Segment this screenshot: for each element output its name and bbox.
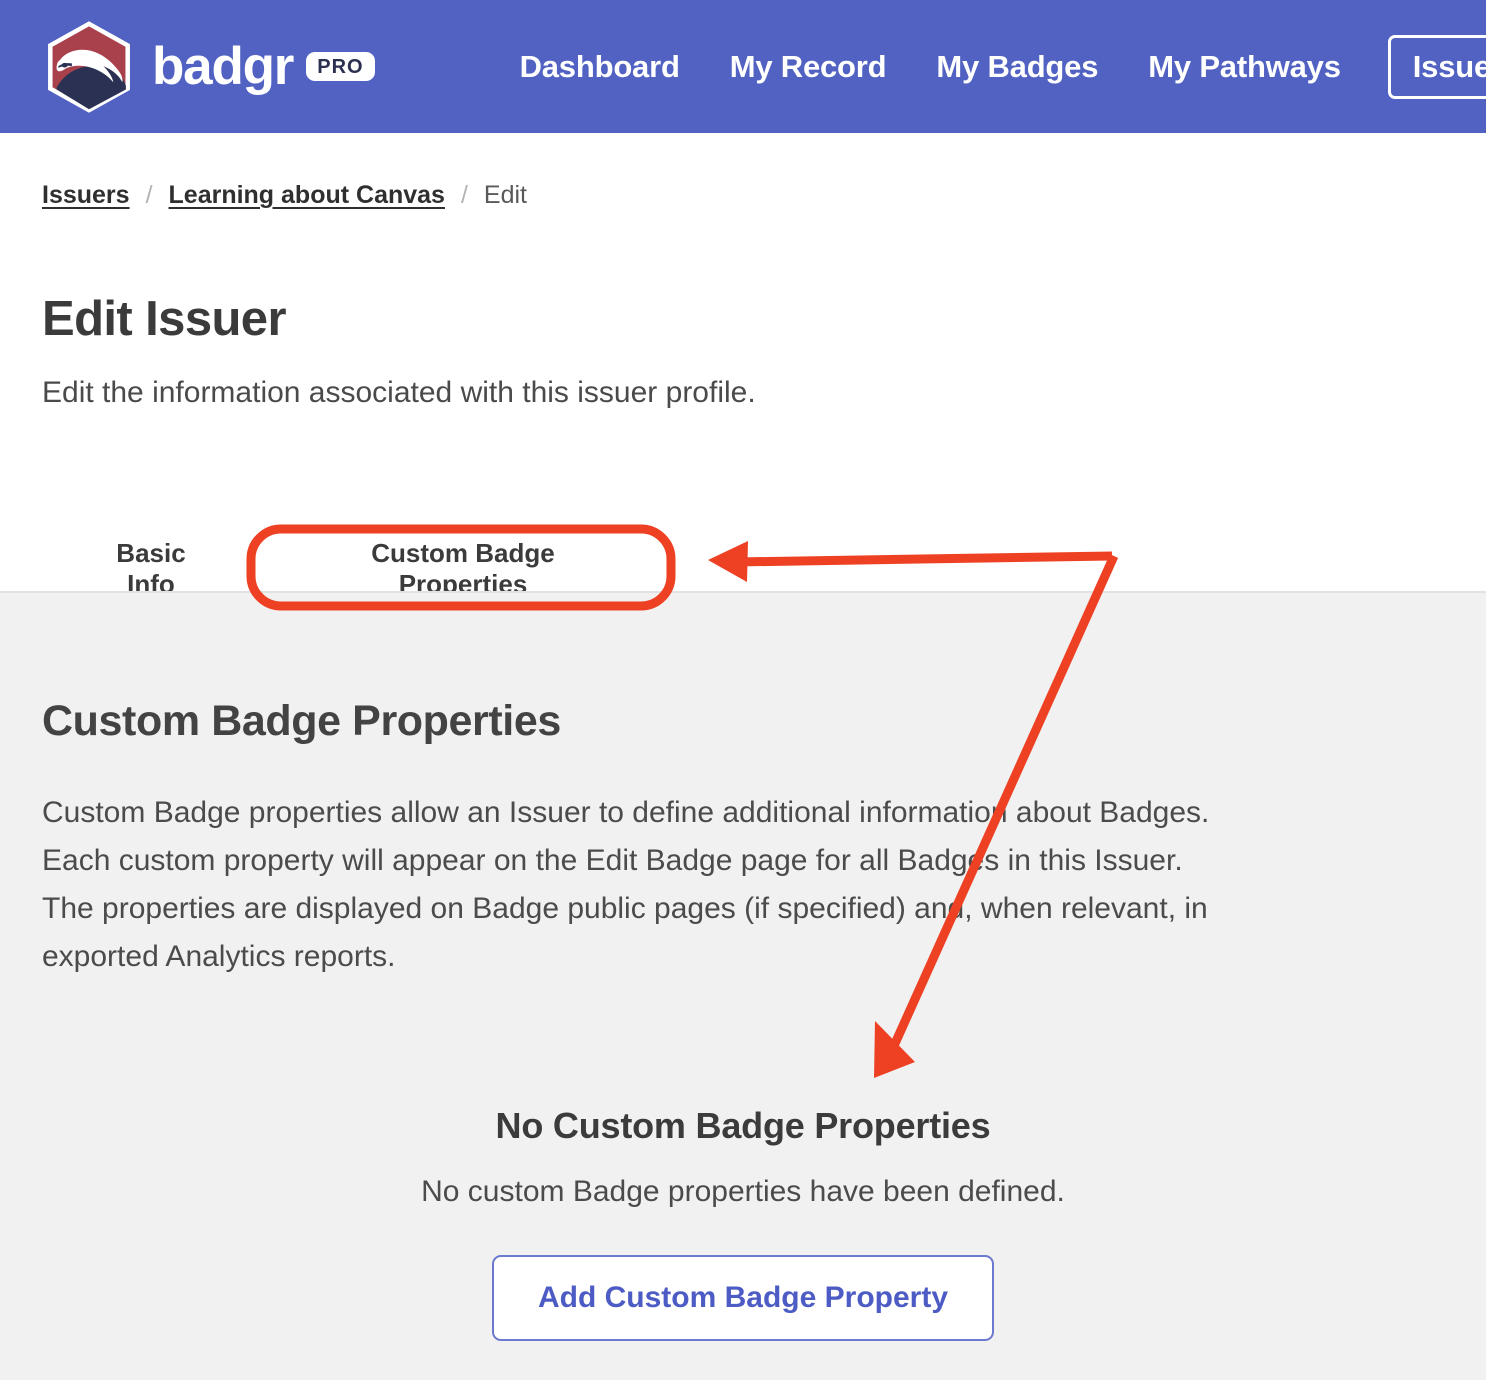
nav-my-badges[interactable]: My Badges: [911, 49, 1123, 85]
page-title: Edit Issuer: [42, 292, 287, 346]
tab-basic-info-label: Basic Info: [116, 538, 186, 599]
brand-name: badgr: [152, 37, 294, 96]
tab-custom-badge-properties[interactable]: Custom Badge Properties: [310, 520, 616, 644]
add-custom-badge-property-button[interactable]: Add Custom Badge Property: [491, 1255, 995, 1341]
breadcrumb: Issuers / Learning about Canvas / Edit: [42, 181, 527, 210]
badger-hexagon-logo-icon: [48, 20, 130, 113]
nav-my-pathways[interactable]: My Pathways: [1123, 49, 1366, 85]
pro-badge: PRO: [306, 52, 375, 81]
top-navigation-bar: badgr PRO Dashboard My Record My Badges …: [0, 0, 1486, 133]
nav-my-record[interactable]: My Record: [705, 49, 912, 85]
tab-custom-badge-properties-label: Custom Badge Properties: [371, 538, 555, 599]
breadcrumb-item-issuers[interactable]: Issuers: [42, 181, 130, 210]
empty-state: No Custom Badge Properties No custom Bad…: [0, 1105, 1486, 1341]
primary-nav: Dashboard My Record My Badges My Pathway…: [495, 34, 1486, 99]
tab-bar: Basic Info Custom Badge Properties: [0, 520, 1486, 644]
section-description: Custom Badge properties allow an Issuer …: [42, 796, 1210, 973]
breadcrumb-item-edit: Edit: [483, 181, 528, 209]
nav-issuers[interactable]: Issuers: [1387, 34, 1486, 99]
empty-state-message: No custom Badge properties have been def…: [421, 1175, 1065, 1208]
section-title: Custom Badge Properties: [42, 697, 561, 745]
breadcrumb-separator: /: [460, 181, 468, 209]
page-root: badgr PRO Dashboard My Record My Badges …: [0, 0, 1486, 1380]
empty-state-title: No Custom Badge Properties: [495, 1105, 991, 1146]
nav-dashboard[interactable]: Dashboard: [495, 49, 705, 85]
page-subtitle: Edit the information associated with thi…: [42, 376, 756, 409]
content-panel: Custom Badge Properties Custom Badge pro…: [0, 593, 1486, 1380]
brand-logo[interactable]: badgr PRO: [44, 20, 375, 113]
breadcrumb-item-learning-about-canvas[interactable]: Learning about Canvas: [169, 181, 445, 210]
tab-basic-info[interactable]: Basic Info: [92, 520, 210, 600]
breadcrumb-separator: /: [145, 181, 153, 209]
